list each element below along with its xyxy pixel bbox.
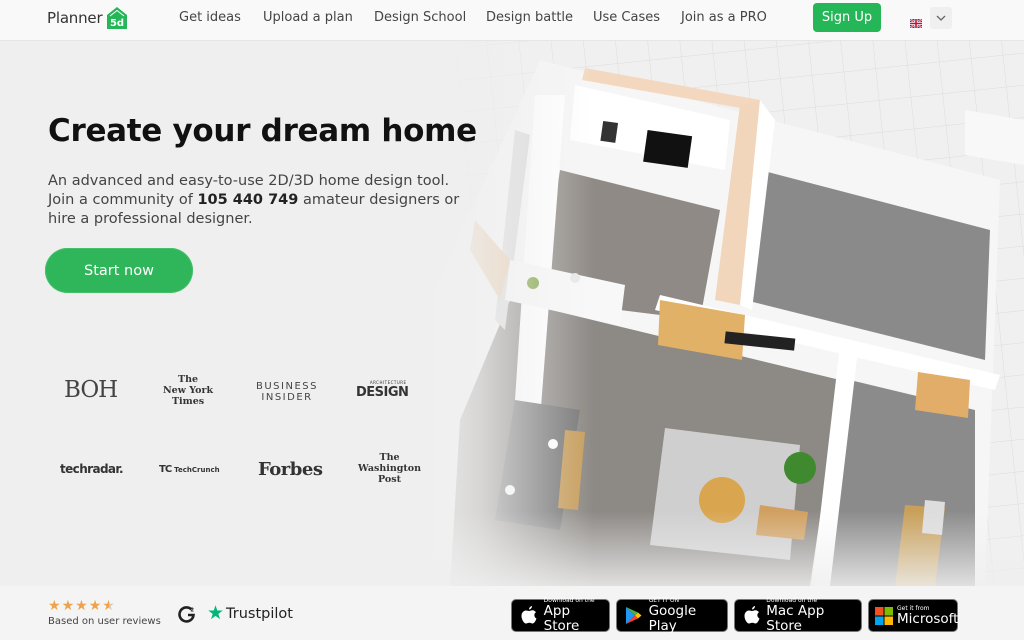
press-logo-forbes: Forbes bbox=[258, 459, 323, 480]
techcrunch-text: TechCrunch bbox=[174, 465, 220, 474]
app-store-button[interactable]: Download on the App Store bbox=[511, 597, 610, 634]
hero-description: An advanced and easy-to-use 2D/3D home d… bbox=[48, 172, 468, 229]
press-logo-techcrunch: TC TechCrunch bbox=[159, 464, 220, 475]
microsoft-icon bbox=[875, 606, 893, 625]
wapo-line-3: Post bbox=[378, 474, 401, 485]
hero-image-fade-bottom bbox=[0, 511, 1024, 586]
hero-desc-line1: An advanced and easy-to-use 2D/3D home d… bbox=[48, 173, 450, 189]
store-big-label: App Store bbox=[543, 603, 580, 634]
bi-line-2: INSIDER bbox=[261, 392, 313, 403]
wapo-line-1: The bbox=[379, 452, 400, 463]
nav-get-ideas[interactable]: Get ideas bbox=[179, 10, 241, 25]
reviews-label: Based on user reviews bbox=[48, 616, 161, 627]
hero-title: Create your dream home bbox=[48, 113, 477, 149]
store-big-label: Google Play bbox=[648, 603, 697, 634]
press-logo-architecture-design: ARCHITECTURE DESIGN bbox=[356, 381, 409, 401]
press-logo-business-insider: BUSINESS INSIDER bbox=[256, 381, 318, 403]
star-icon: ★ bbox=[48, 598, 61, 614]
trustpilot-logo[interactable]: ★ Trustpilot bbox=[207, 604, 293, 623]
nav-design-battle[interactable]: Design battle bbox=[486, 10, 573, 25]
nav-use-cases[interactable]: Use Cases bbox=[593, 10, 660, 25]
press-logo-techradar: techradar. bbox=[60, 462, 124, 476]
press-logo-washington-post: The Washington Post bbox=[358, 452, 421, 485]
mac-app-store-button[interactable]: Download on the Mac App Store bbox=[734, 597, 862, 634]
star-icon: ★ bbox=[88, 598, 102, 614]
nyt-line-1: The bbox=[178, 374, 199, 385]
store-big-label: Microsoft bbox=[897, 610, 959, 627]
nav-join-pro[interactable]: Join as a PRO bbox=[681, 10, 767, 25]
ad-main: DESIGN bbox=[356, 385, 409, 400]
store-big-label: Mac App Store bbox=[766, 603, 825, 634]
google-play-button[interactable]: GET IT ON Google Play bbox=[616, 597, 728, 634]
star-icon: ★ bbox=[75, 598, 88, 614]
uk-flag-icon[interactable] bbox=[909, 13, 923, 29]
hero-desc-prefix: Join a community of bbox=[48, 192, 198, 208]
logo-house-icon: 5d bbox=[105, 6, 129, 30]
nav-design-school[interactable]: Design School bbox=[374, 10, 466, 25]
press-logo-nyt: The New York Times bbox=[163, 374, 213, 407]
sign-up-button[interactable]: Sign Up bbox=[813, 3, 881, 32]
star-icon: ★ bbox=[61, 598, 75, 614]
start-now-button[interactable]: Start now bbox=[45, 248, 193, 293]
trustpilot-label: Trustpilot bbox=[226, 605, 293, 622]
top-navbar: Planner 5d Get ideas Upload a plan Desig… bbox=[0, 0, 1024, 41]
planner5d-logo[interactable]: Planner 5d bbox=[47, 5, 129, 31]
techcrunch-mark: TC bbox=[159, 464, 172, 475]
nyt-line-3: Times bbox=[171, 396, 205, 407]
wapo-line-2: Washington bbox=[358, 463, 422, 474]
press-logo-boh: BOH bbox=[64, 377, 118, 403]
g2-logo-icon[interactable]: 2 bbox=[178, 605, 196, 627]
star-rating: ★ ★ ★ ★ ★ bbox=[48, 599, 115, 613]
bi-line-1: BUSINESS bbox=[256, 381, 318, 392]
half-star-icon: ★ bbox=[102, 598, 115, 614]
language-dropdown-chevron-down-icon[interactable] bbox=[930, 7, 952, 29]
trustpilot-star-icon: ★ bbox=[207, 602, 225, 624]
nyt-line-2: New York bbox=[163, 385, 214, 396]
microsoft-store-button[interactable]: Get it from Microsoft bbox=[868, 599, 958, 632]
nav-upload-plan[interactable]: Upload a plan bbox=[263, 10, 353, 25]
apple-icon bbox=[741, 606, 762, 625]
community-count: 105 440 749 bbox=[197, 192, 299, 208]
logo-badge-text: 5d bbox=[110, 18, 124, 29]
svg-text:2: 2 bbox=[191, 608, 195, 614]
apple-icon bbox=[518, 606, 540, 625]
logo-text: Planner bbox=[47, 9, 103, 27]
google-play-icon bbox=[623, 606, 645, 625]
